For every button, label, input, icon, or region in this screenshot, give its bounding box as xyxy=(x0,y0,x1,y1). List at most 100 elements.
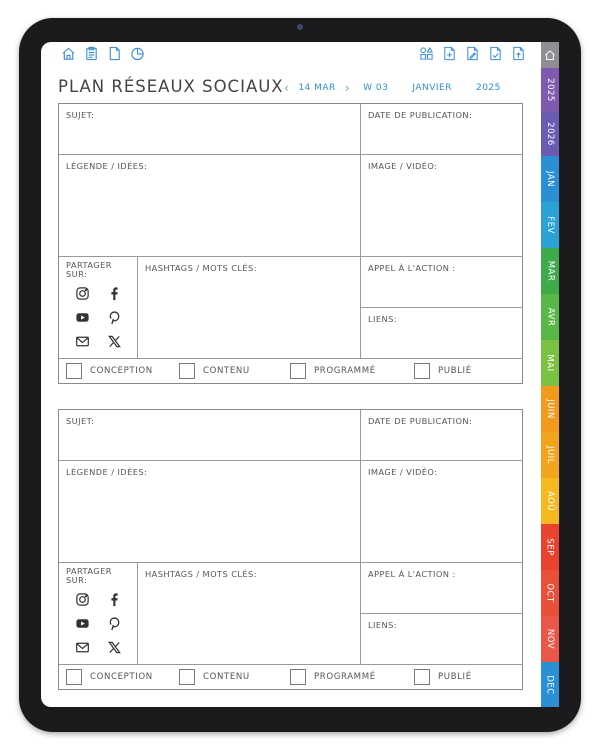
tab-fev[interactable]: FEV xyxy=(541,202,559,248)
published-checkbox[interactable] xyxy=(414,669,430,685)
links-field[interactable]: LIENS: xyxy=(361,308,522,359)
tab-aou[interactable]: AOÛ xyxy=(541,478,559,524)
content-checkbox[interactable] xyxy=(179,363,195,379)
subject-label: SUJET: xyxy=(66,416,95,426)
planner-section-2: SUJET: DATE DE PUBLICATION: LÉGENDE / ID… xyxy=(58,409,523,690)
scheduled-label: PROGRAMMÉ xyxy=(314,366,376,376)
subject-field[interactable]: SUJET: xyxy=(59,410,361,461)
tab-dec[interactable]: DEC xyxy=(541,662,559,707)
share-label: PARTAGER SUR: xyxy=(66,567,112,585)
tab-label: JUIN xyxy=(545,399,555,419)
design-checkbox[interactable] xyxy=(66,669,82,685)
content-label: CONTENU xyxy=(203,672,250,682)
scheduled-label: PROGRAMMÉ xyxy=(314,672,376,682)
tab-label: FEV xyxy=(544,216,555,234)
current-date-link[interactable]: 14 MAR xyxy=(298,83,336,93)
facebook-icon[interactable] xyxy=(103,588,125,610)
toolbar-left xyxy=(60,45,146,62)
tab-2026[interactable]: 2026 xyxy=(541,112,559,156)
clipboard-icon[interactable] xyxy=(83,45,100,62)
share-label: PARTAGER SUR: xyxy=(66,261,112,279)
mail-icon[interactable] xyxy=(71,636,93,658)
design-label: CONCEPTION xyxy=(90,672,153,682)
grid-shapes-icon[interactable] xyxy=(418,45,435,62)
scheduled-checkbox[interactable] xyxy=(290,669,306,685)
cta-field[interactable]: APPEL À L'ACTION : xyxy=(361,563,522,614)
tab-label: JUIL xyxy=(544,446,555,464)
tab-label: 2025 xyxy=(545,78,556,102)
caption-label: LÉGENDE / IDÉES: xyxy=(66,161,148,171)
mail-icon[interactable] xyxy=(71,330,93,352)
cta-label: APPEL À L'ACTION : xyxy=(368,569,456,579)
media-field[interactable]: IMAGE / VIDÉO: xyxy=(361,461,522,563)
document-icon[interactable] xyxy=(106,45,123,62)
x-icon[interactable] xyxy=(103,330,125,352)
tab-home[interactable] xyxy=(541,42,559,68)
publish-date-field[interactable]: DATE DE PUBLICATION: xyxy=(361,410,522,461)
instagram-icon[interactable] xyxy=(71,588,93,610)
share-label-line2: SUR: xyxy=(66,269,88,279)
next-day-button[interactable]: › xyxy=(345,81,350,95)
tab-nov[interactable]: NOV xyxy=(541,616,559,662)
youtube-icon[interactable] xyxy=(71,612,93,634)
tab-label: DEC xyxy=(545,674,556,695)
status-row: CONCEPTION CONTENU PROGRAMMÉ PUBLIÉ xyxy=(59,665,522,690)
hashtags-label: HASHTAGS / MOTS CLÉS: xyxy=(145,263,257,273)
tab-sep[interactable]: SEP xyxy=(541,524,559,570)
pinterest-icon[interactable] xyxy=(103,612,125,634)
week-link[interactable]: W 03 xyxy=(363,83,388,93)
subject-field[interactable]: SUJET: xyxy=(59,104,361,155)
tab-label: MAI xyxy=(545,354,555,372)
file-plus-icon[interactable] xyxy=(441,45,458,62)
published-checkbox[interactable] xyxy=(414,363,430,379)
tab-label: OCT xyxy=(545,583,556,603)
pinterest-icon[interactable] xyxy=(103,306,125,328)
file-edit-icon[interactable] xyxy=(464,45,481,62)
hashtags-label: HASHTAGS / MOTS CLÉS: xyxy=(145,569,257,579)
design-label: CONCEPTION xyxy=(90,366,153,376)
planner-section-1: SUJET: DATE DE PUBLICATION: LÉGENDE / ID… xyxy=(58,103,523,384)
content-checkbox[interactable] xyxy=(179,669,195,685)
file-check-icon[interactable] xyxy=(487,45,504,62)
file-export-icon[interactable] xyxy=(510,45,527,62)
links-label: LIENS: xyxy=(368,620,397,630)
tab-2025[interactable]: 2025 xyxy=(541,68,559,112)
hashtags-field[interactable]: HASHTAGS / MOTS CLÉS: xyxy=(138,563,361,665)
hashtags-field[interactable]: HASHTAGS / MOTS CLÉS: xyxy=(138,257,361,359)
camera-dot xyxy=(297,24,303,30)
page-title: PLAN RÉSEAUX SOCIAUX xyxy=(58,77,284,96)
caption-field[interactable]: LÉGENDE / IDÉES: xyxy=(59,155,361,257)
publish-date-field[interactable]: DATE DE PUBLICATION: xyxy=(361,104,522,155)
published-label: PUBLIÉ xyxy=(438,672,472,682)
status-row: CONCEPTION CONTENU PROGRAMMÉ PUBLIÉ xyxy=(59,359,522,384)
tab-juin[interactable]: JUIN xyxy=(541,386,559,432)
media-field[interactable]: IMAGE / VIDÉO: xyxy=(361,155,522,257)
share-panel: PARTAGER SUR: xyxy=(59,257,138,359)
tab-juil[interactable]: JUIL xyxy=(541,432,559,478)
media-label: IMAGE / VIDÉO: xyxy=(368,467,438,477)
links-field[interactable]: LIENS: xyxy=(361,614,522,665)
home-icon[interactable] xyxy=(60,45,77,62)
prev-day-button[interactable]: ‹ xyxy=(284,81,289,95)
x-icon[interactable] xyxy=(103,636,125,658)
scheduled-checkbox[interactable] xyxy=(290,363,306,379)
tab-jan[interactable]: JAN xyxy=(541,156,559,202)
page-header: PLAN RÉSEAUX SOCIAUX ‹ 14 MAR › W 03 JAN… xyxy=(58,77,520,99)
cta-field[interactable]: APPEL À L'ACTION : xyxy=(361,257,522,308)
published-label: PUBLIÉ xyxy=(438,366,472,376)
tab-avr[interactable]: AVR xyxy=(541,294,559,340)
caption-field[interactable]: LÉGENDE / IDÉES: xyxy=(59,461,361,563)
tab-oct[interactable]: OCT xyxy=(541,570,559,616)
facebook-icon[interactable] xyxy=(103,282,125,304)
tab-label: 2026 xyxy=(545,122,556,146)
tab-label: MAR xyxy=(545,260,555,282)
tab-mar[interactable]: MAR xyxy=(541,248,559,294)
instagram-icon[interactable] xyxy=(71,282,93,304)
pie-chart-icon[interactable] xyxy=(129,45,146,62)
year-link[interactable]: 2025 xyxy=(476,83,501,93)
youtube-icon[interactable] xyxy=(71,306,93,328)
publish-date-label: DATE DE PUBLICATION: xyxy=(368,110,473,120)
tab-mai[interactable]: MAI xyxy=(541,340,559,386)
design-checkbox[interactable] xyxy=(66,363,82,379)
month-link[interactable]: JANVIER xyxy=(412,83,452,93)
